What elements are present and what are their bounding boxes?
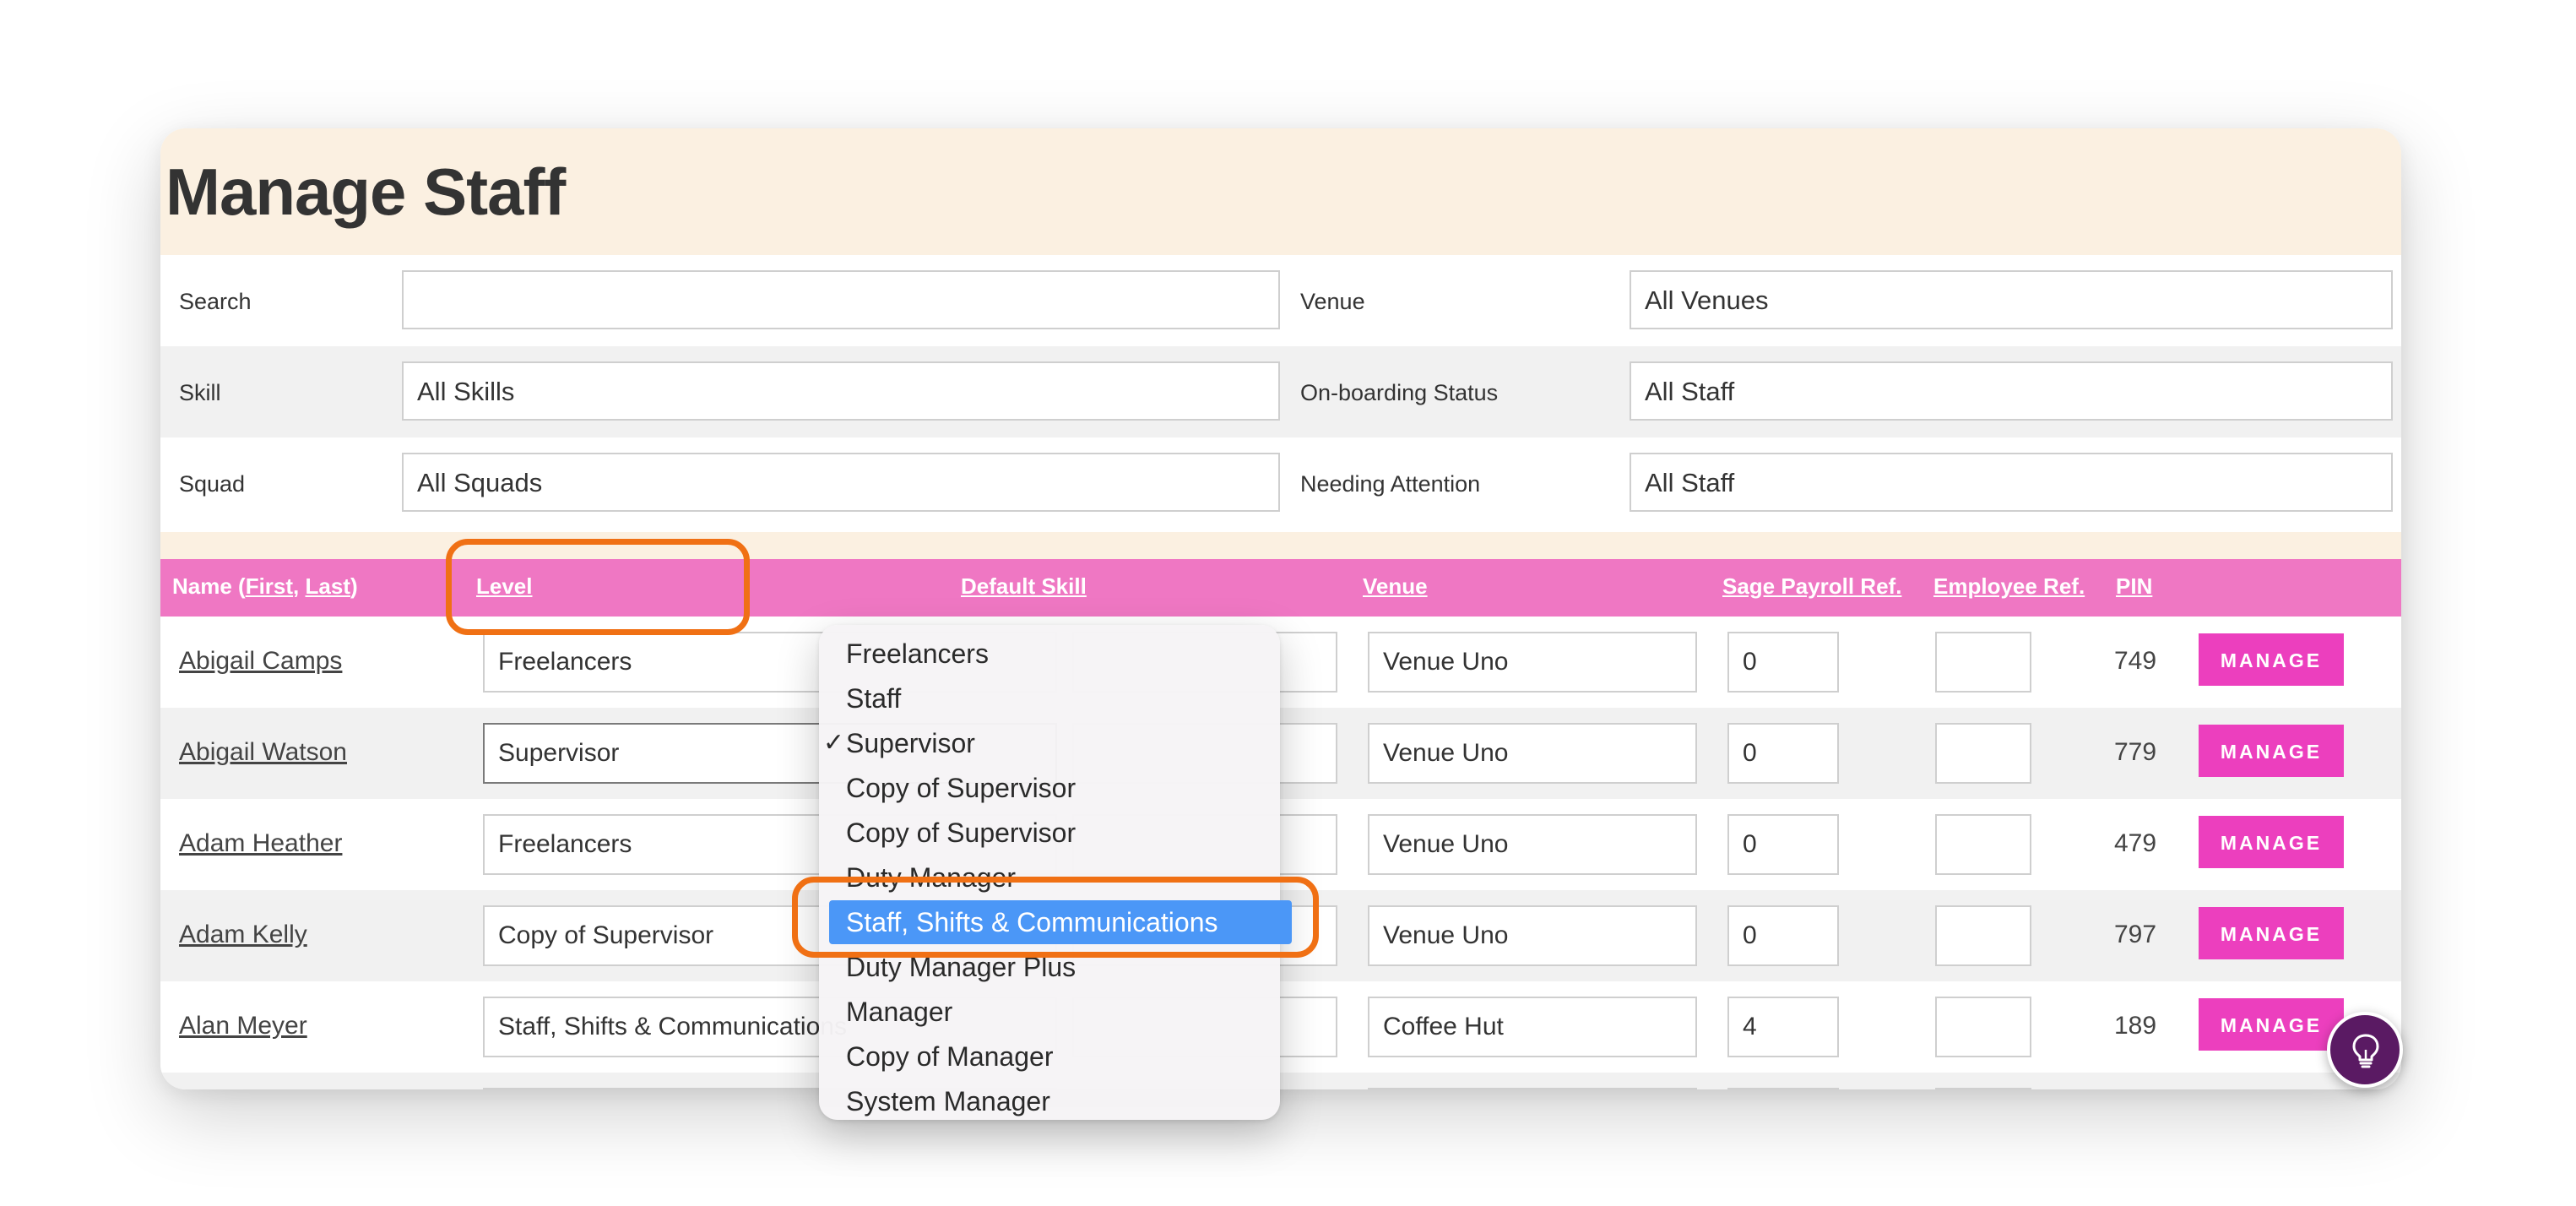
sage-payroll-input[interactable]: 0 (1727, 723, 1839, 784)
employee-header-link[interactable]: Employee Ref. (1933, 573, 2085, 599)
manage-button[interactable]: MANAGE (2199, 633, 2344, 686)
sage-payroll-input[interactable]: 0 (1727, 905, 1839, 966)
venue-filter-select[interactable]: All Venues (1630, 270, 2393, 329)
employee-ref-input[interactable] (1935, 997, 2031, 1057)
table-row-partial (160, 1073, 2401, 1089)
employee-ref-input[interactable] (1935, 632, 2031, 693)
employee-ref-column-header[interactable]: Employee Ref. (1933, 573, 2085, 600)
search-label: Search (179, 289, 252, 314)
venue-column-header[interactable]: Venue (1363, 573, 1428, 600)
table-row: Abigail Watson Supervisor Venue Uno 0 77… (160, 708, 2401, 799)
venue-header-link[interactable]: Venue (1363, 573, 1428, 599)
sage-header-link[interactable]: Sage Payroll Ref. (1722, 573, 1901, 599)
check-icon: ✓ (822, 729, 844, 757)
employee-ref-input[interactable] (1935, 814, 2031, 875)
manage-button[interactable]: MANAGE (2199, 998, 2344, 1051)
employee-name-link[interactable]: Alan Meyer (179, 1012, 307, 1040)
default-skill-header-link[interactable]: Default Skill (961, 573, 1087, 599)
manage-button[interactable]: MANAGE (2199, 725, 2344, 777)
venue-select[interactable]: Venue Uno (1368, 632, 1697, 693)
employee-name-link[interactable]: Adam Kelly (179, 921, 307, 949)
employee-ref-input[interactable] (1935, 723, 2031, 784)
venue-filter-label: Venue (1300, 289, 1365, 314)
venue-select[interactable]: Venue Uno (1368, 723, 1697, 784)
level-header-callout (446, 539, 750, 635)
option-label: Staff (846, 683, 902, 714)
manage-button[interactable]: MANAGE (2199, 907, 2344, 959)
filter-row-squad: Squad All Squads Needing Attention All S… (160, 437, 2401, 529)
sage-payroll-input[interactable]: 0 (1727, 814, 1839, 875)
pin-value: 749 (2114, 647, 2157, 675)
attention-filter-select[interactable]: All Staff (1630, 453, 2393, 512)
help-button[interactable] (2327, 1012, 2403, 1088)
search-input[interactable] (402, 270, 1280, 329)
attention-filter-label: Needing Attention (1300, 471, 1481, 497)
option-label: Copy of Manager (846, 1041, 1054, 1072)
employee-name-link[interactable]: Abigail Camps (179, 647, 342, 676)
sage-column-header[interactable]: Sage Payroll Ref. (1722, 573, 1901, 600)
page-title: Manage Staff (165, 155, 566, 229)
sage-payroll-input[interactable]: 0 (1727, 632, 1839, 693)
sort-last-link[interactable]: Last (306, 573, 350, 599)
employee-ref-input[interactable] (1935, 905, 2031, 966)
squad-filter-select[interactable]: All Squads (402, 453, 1280, 512)
manage-button[interactable]: MANAGE (2199, 816, 2344, 868)
pin-value: 189 (2114, 1012, 2157, 1040)
venue-select[interactable]: Coffee Hut (1368, 997, 1697, 1057)
option-label: System Manager (846, 1086, 1050, 1116)
default-skill-column-header[interactable]: Default Skill (961, 573, 1087, 600)
dropdown-option[interactable]: Staff (819, 676, 1280, 720)
dropdown-option[interactable]: Copy of Manager (819, 1035, 1280, 1078)
venue-select[interactable]: Venue Uno (1368, 905, 1697, 966)
name-header-text: Name ( (172, 573, 246, 599)
pin-value: 779 (2114, 738, 2157, 766)
lightbulb-icon (2352, 1034, 2379, 1068)
employee-ref-input[interactable] (1935, 1088, 2031, 1089)
filter-row-search: Search Venue All Venues (160, 255, 2401, 346)
option-label: Manager (846, 997, 953, 1027)
name-column-header: Name (First, Last) (172, 573, 358, 600)
onboarding-filter-label: On-boarding Status (1300, 380, 1499, 405)
highlighted-option-callout (792, 877, 1319, 958)
option-label: Freelancers (846, 638, 989, 669)
dropdown-option[interactable]: Manager (819, 990, 1280, 1034)
filter-row-skill: Skill All Skills On-boarding Status All … (160, 346, 2401, 437)
dropdown-option[interactable]: Copy of Supervisor (819, 811, 1280, 855)
venue-select[interactable]: Venue Uno (1368, 814, 1697, 875)
employee-name-link[interactable]: Adam Heather (179, 829, 342, 858)
sage-payroll-input[interactable] (1727, 1088, 1839, 1089)
pin-header-link[interactable]: PIN (2116, 573, 2152, 599)
table-row: Alan Meyer Staff, Shifts & Communication… (160, 981, 2401, 1073)
dropdown-option[interactable]: Freelancers (819, 632, 1280, 676)
venue-select[interactable] (1368, 1088, 1697, 1089)
pin-value: 797 (2114, 921, 2157, 948)
onboarding-filter-select[interactable]: All Staff (1630, 361, 2393, 421)
dropdown-option[interactable]: Copy of Supervisor (819, 766, 1280, 810)
skill-filter-label: Skill (179, 380, 221, 405)
dropdown-option[interactable]: System Manager (819, 1079, 1280, 1123)
option-label: Copy of Supervisor (846, 818, 1076, 848)
squad-filter-label: Squad (179, 471, 246, 497)
sage-payroll-input[interactable]: 4 (1727, 997, 1839, 1057)
employee-name-link[interactable]: Abigail Watson (179, 738, 347, 767)
skill-filter-select[interactable]: All Skills (402, 361, 1280, 421)
name-header-comma: , (293, 573, 306, 599)
option-label: Supervisor (846, 728, 975, 758)
dropdown-option-selected[interactable]: ✓ Supervisor (819, 721, 1280, 765)
pin-value: 479 (2114, 829, 2157, 857)
sort-first-link[interactable]: First (246, 573, 293, 599)
name-header-suffix: ) (350, 573, 358, 599)
pin-column-header[interactable]: PIN (2116, 573, 2152, 600)
title-bar: Manage Staff (160, 128, 2401, 255)
option-label: Copy of Supervisor (846, 773, 1076, 803)
level-dropdown-menu: Freelancers Staff ✓ Supervisor Copy of Su… (819, 625, 1292, 1123)
